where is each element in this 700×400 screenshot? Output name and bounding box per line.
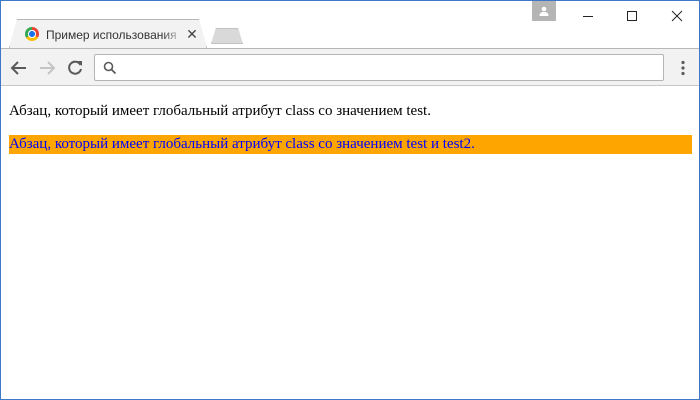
minimize-button[interactable] (565, 1, 610, 31)
close-icon (671, 10, 682, 22)
browser-menu-button[interactable] (673, 58, 693, 78)
address-bar[interactable] (94, 54, 664, 81)
browser-window: Пример использования ✕ Абзац, который им… (0, 0, 700, 400)
address-input[interactable] (123, 58, 653, 77)
forward-button[interactable] (37, 58, 57, 78)
back-button[interactable] (9, 58, 29, 78)
active-tab[interactable]: Пример использования ✕ (9, 20, 207, 49)
tab-title-fade (162, 26, 184, 44)
more-vert-icon (681, 60, 685, 76)
maximize-button[interactable] (609, 1, 654, 31)
new-tab-button[interactable] (211, 28, 243, 44)
tab-close-icon[interactable]: ✕ (185, 26, 199, 42)
browser-toolbar (1, 48, 699, 86)
person-icon (539, 6, 549, 16)
reload-button[interactable] (65, 58, 85, 78)
title-bar: Пример использования ✕ (1, 1, 699, 49)
paragraph-test: Абзац, который имеет глобальный атрибут … (9, 103, 431, 119)
close-window-button[interactable] (654, 1, 699, 31)
forward-arrow-icon (40, 61, 56, 75)
paragraph-test-test2: Абзац, который имеет глобальный атрибут … (9, 135, 692, 154)
search-icon (103, 61, 117, 75)
reload-icon (68, 60, 82, 75)
back-arrow-icon (10, 61, 26, 75)
favicon-icon (25, 27, 39, 41)
page-content: Абзац, который имеет глобальный атрибут … (1, 86, 699, 399)
minimize-icon (582, 16, 593, 17)
profile-button[interactable] (532, 1, 556, 21)
maximize-icon (626, 11, 637, 21)
